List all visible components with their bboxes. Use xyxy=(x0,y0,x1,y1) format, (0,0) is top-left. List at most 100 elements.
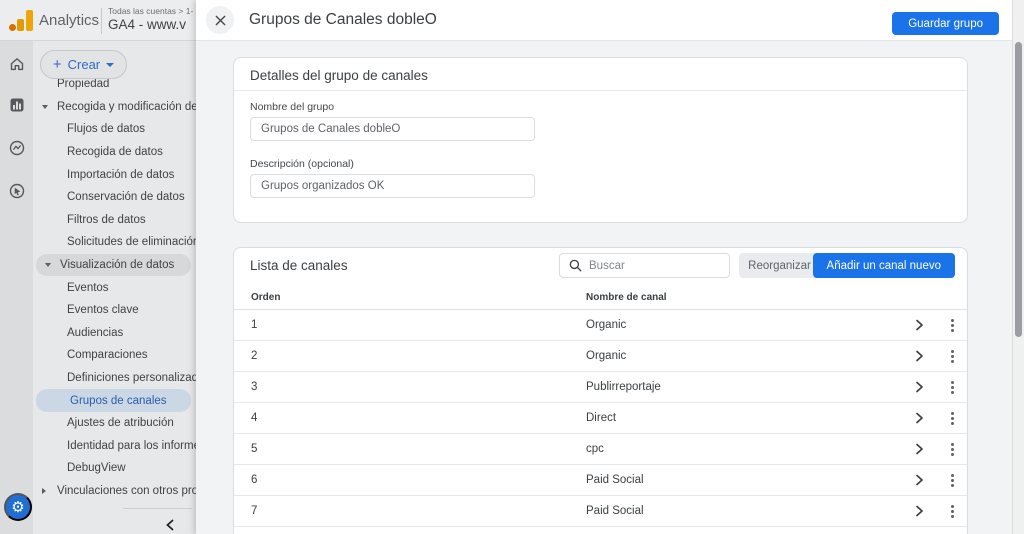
kebab-menu-icon[interactable] xyxy=(943,440,961,458)
sidebar-item-label: Flujos de datos xyxy=(67,123,145,135)
table-row[interactable]: 6 Paid Social xyxy=(234,465,967,496)
admin-gear-icon[interactable]: ⚙ xyxy=(4,493,32,521)
group-name-label: Nombre del grupo xyxy=(250,101,334,113)
row-channel-name: Paid Social xyxy=(586,474,644,486)
channel-list-title: Lista de canales xyxy=(250,258,348,273)
kebab-menu-icon[interactable] xyxy=(943,471,961,489)
add-channel-button[interactable]: Añadir un canal nuevo xyxy=(813,253,955,278)
column-header-order: Orden xyxy=(251,292,280,303)
row-order: 2 xyxy=(251,350,257,362)
chevron-right-icon[interactable] xyxy=(910,409,928,427)
sidebar-item-label: Visualización de datos xyxy=(60,259,174,271)
sidebar-item-label: Definiciones personalizadas xyxy=(67,372,196,384)
row-channel-name: Organic xyxy=(586,319,626,331)
app-topbar: Analytics Todas las cuentas > 1- GA4 - w… xyxy=(0,0,196,41)
row-order: 5 xyxy=(251,443,257,455)
chevron-right-icon[interactable] xyxy=(910,440,928,458)
kebab-menu-icon[interactable] xyxy=(943,409,961,427)
reports-icon[interactable] xyxy=(8,96,26,114)
row-order: 1 xyxy=(251,319,257,331)
caret-icon xyxy=(45,263,53,267)
sidebar-item[interactable]: Grupos de canales xyxy=(36,389,191,412)
modal-body: Detalles del grupo de canales Nombre del… xyxy=(196,41,1012,534)
group-details-card: Detalles del grupo de canales Nombre del… xyxy=(233,57,968,223)
collapse-sidebar-icon[interactable] xyxy=(162,517,180,534)
kebab-menu-icon[interactable] xyxy=(943,347,961,365)
sidebar-item[interactable]: Identidad para los informes xyxy=(33,435,196,458)
sidebar-item[interactable]: Solicitudes de eliminación ... xyxy=(33,231,196,254)
chevron-right-icon[interactable] xyxy=(910,316,928,334)
icon-rail: ⚙ xyxy=(0,41,33,534)
sidebar-item[interactable]: Vinculaciones con otros prod... xyxy=(33,480,196,503)
account-selector[interactable]: GA4 - www.v xyxy=(108,17,186,32)
sidebar-item[interactable]: Filtros de datos xyxy=(33,209,196,232)
sidebar-item[interactable]: Visualización de datos xyxy=(36,254,191,277)
sidebar-item[interactable]: Eventos clave xyxy=(33,299,196,322)
table-row[interactable]: 5 cpc xyxy=(234,434,967,465)
sidebar-item[interactable]: Conservación de datos xyxy=(33,186,196,209)
sidebar-item[interactable]: Recogida de datos xyxy=(33,141,196,164)
save-group-button[interactable]: Guardar grupo xyxy=(892,12,999,35)
row-channel-name: Direct xyxy=(586,412,616,424)
topbar-divider xyxy=(101,8,102,34)
chevron-right-icon[interactable] xyxy=(910,471,928,489)
create-button[interactable]: +Crear xyxy=(40,50,127,79)
sidebar-item-label: DebugView xyxy=(67,462,126,474)
scrollbar-thumb[interactable] xyxy=(1015,42,1022,337)
sidebar-item[interactable]: Definiciones personalizadas xyxy=(33,367,196,390)
page-title: Grupos de Canales dobleO xyxy=(249,11,437,29)
sidebar-item-label: Conservación de datos xyxy=(67,191,185,203)
group-description-input[interactable] xyxy=(250,174,535,198)
sidebar-item[interactable]: Recogida y modificación de ... xyxy=(33,96,196,119)
sidebar-item[interactable]: Ajustes de atribución xyxy=(33,412,196,435)
sidebar-item-label: Vinculaciones con otros prod... xyxy=(57,485,196,497)
table-row[interactable]: 4 Direct xyxy=(234,403,967,434)
advertising-icon[interactable] xyxy=(8,182,26,200)
sidebar-item-label: Identidad para los informes xyxy=(67,440,196,452)
sidebar-item[interactable]: Flujos de datos xyxy=(33,118,196,141)
home-icon[interactable] xyxy=(8,55,26,73)
explore-icon[interactable] xyxy=(8,139,26,157)
sidebar-item-label: Grupos de canales xyxy=(70,395,167,407)
search-input[interactable] xyxy=(589,260,729,272)
app-brand: Analytics xyxy=(39,12,99,29)
search-icon xyxy=(568,258,583,273)
close-icon[interactable] xyxy=(206,6,234,34)
modal-header: Grupos de Canales dobleO Guardar grupo xyxy=(196,0,1012,41)
row-channel-name: cpc xyxy=(586,443,604,455)
sidebar-nav: Propiedad Recogida y modificación de ...… xyxy=(33,73,196,502)
sidebar-item[interactable]: DebugView xyxy=(33,457,196,480)
sidebar-item-label: Solicitudes de eliminación ... xyxy=(67,236,196,248)
row-order: 4 xyxy=(251,412,257,424)
sidebar-item[interactable]: Eventos xyxy=(33,276,196,299)
chevron-right-icon[interactable] xyxy=(910,378,928,396)
sidebar-item-label: Recogida de datos xyxy=(67,146,163,158)
table-row[interactable]: 2 Organic xyxy=(234,341,967,372)
sidebar: +Crear Propiedad Recogida y modificación… xyxy=(33,41,196,534)
kebab-menu-icon[interactable] xyxy=(943,378,961,396)
page-scrollbar xyxy=(1012,0,1024,534)
row-channel-name: Paid Social xyxy=(586,505,644,517)
group-name-input[interactable] xyxy=(250,117,535,141)
sidebar-item-label: Ajustes de atribución xyxy=(67,417,174,429)
sidebar-item-label: Propiedad xyxy=(57,78,109,90)
row-channel-name: Organic xyxy=(586,350,626,362)
table-row[interactable]: 1 Organic xyxy=(234,310,967,341)
sidebar-item-label: Audiencias xyxy=(67,327,123,339)
channel-search xyxy=(559,253,730,278)
caret-icon xyxy=(42,105,50,109)
details-card-title: Detalles del grupo de canales xyxy=(250,68,428,83)
row-order: 6 xyxy=(251,474,257,486)
sidebar-item[interactable]: Comparaciones xyxy=(33,344,196,367)
table-row[interactable]: 7 Paid Social xyxy=(234,496,967,527)
chevron-right-icon[interactable] xyxy=(910,347,928,365)
sidebar-item[interactable]: Importación de datos xyxy=(33,163,196,186)
sidebar-item[interactable]: Audiencias xyxy=(33,322,196,345)
caret-icon xyxy=(42,488,50,494)
reorder-button[interactable]: Reorganizar xyxy=(739,253,820,278)
kebab-menu-icon[interactable] xyxy=(943,316,961,334)
chevron-right-icon[interactable] xyxy=(910,502,928,520)
kebab-menu-icon[interactable] xyxy=(943,502,961,520)
table-row[interactable]: 3 Publirreportaje xyxy=(234,372,967,403)
column-header-name: Nombre de canal xyxy=(586,292,667,303)
